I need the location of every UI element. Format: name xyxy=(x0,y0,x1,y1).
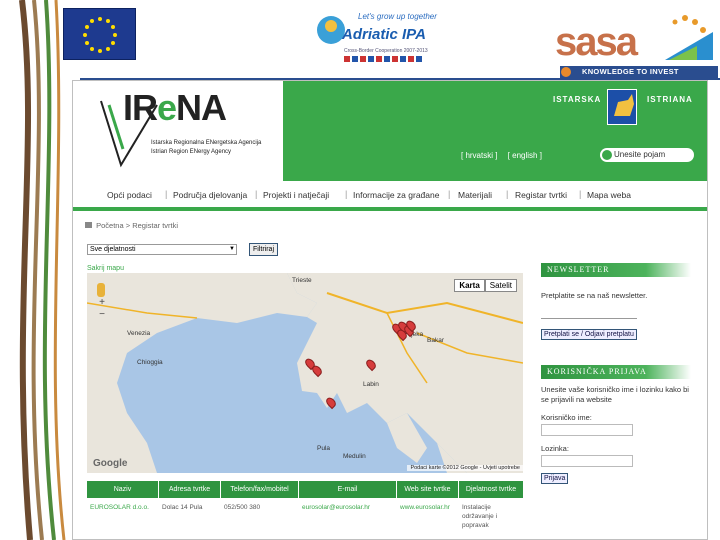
column-header[interactable]: Adresa tvrtke xyxy=(159,481,221,498)
company-website-link[interactable]: www.eurosolar.hr xyxy=(397,501,459,539)
hide-map-link[interactable]: Sakrij mapu xyxy=(87,265,124,272)
company-activity: Instalacije održavanje i popravak xyxy=(462,504,498,529)
istria-coat-of-arms-icon xyxy=(607,89,637,125)
home-icon[interactable] xyxy=(85,222,92,228)
zoom-in-icon[interactable]: + xyxy=(97,297,107,309)
newsletter-text: Pretplatite se na naš newsletter. xyxy=(541,291,648,300)
adriatic-name: Adriatic IPA xyxy=(342,26,426,43)
pegman-icon[interactable] xyxy=(97,283,105,297)
activity-filter-select[interactable]: Sve djelatnosti ▼ xyxy=(87,244,237,255)
sasa-word: sasa xyxy=(555,20,638,64)
newsletter-title: NEWSLETTER xyxy=(541,263,691,277)
map-type-satellite[interactable]: Satelit xyxy=(484,279,517,292)
place-label: Venezia xyxy=(127,330,151,337)
newsletter-email-field[interactable] xyxy=(541,309,637,319)
place-label: Chioggia xyxy=(137,359,163,366)
password-field[interactable] xyxy=(541,455,633,467)
adriatic-sub: Cross-Border Cooperation 2007-2013 xyxy=(344,48,428,54)
knowledge-to-invest-banner: KNOWLEDGE TO INVEST xyxy=(560,66,718,78)
search-input[interactable]: Unesite pojam xyxy=(600,148,694,162)
adriatic-ipa-logo: Let's grow up together Adriatic IPA Cros… xyxy=(314,6,437,66)
place-label: Medulin xyxy=(343,453,366,460)
sidebar: NEWSLETTER Pretplatite se na naš newslet… xyxy=(541,263,691,485)
login-text: Unesite vaše korisničko ime i lozinku ka… xyxy=(541,385,689,404)
website-frame: IReNA Istarska Regionalna ENergetska Age… xyxy=(72,80,708,540)
flags-strip xyxy=(344,56,424,62)
map-type-map[interactable]: Karta xyxy=(454,279,485,292)
login-title: KORISNIČKA PRIJAVA xyxy=(541,365,691,379)
irena-description: Istarska Regionalna ENergetska Agencija … xyxy=(151,140,262,155)
filter-button[interactable]: Filtriraj xyxy=(249,243,278,256)
adriatic-tagline: Let's grow up together xyxy=(358,12,437,21)
lang-croatian-link[interactable]: [ hrvatski ] xyxy=(461,151,497,160)
place-label: Bakar xyxy=(427,337,444,344)
column-header[interactable]: Telefon/fax/mobitel xyxy=(221,481,299,498)
chevron-down-icon: ▼ xyxy=(229,246,235,252)
search-icon[interactable] xyxy=(602,150,612,160)
irena-logo[interactable]: IReNA xyxy=(123,87,227,129)
site-header: IReNA Istarska Regionalna ENergetska Age… xyxy=(73,81,707,181)
nav-informacije[interactable]: Informacije za građane xyxy=(353,190,439,200)
place-label: Labin xyxy=(363,381,379,388)
breadcrumb: Početna > Registar tvrtki xyxy=(85,221,178,230)
nav-registar[interactable]: Registar tvrtki xyxy=(515,190,567,200)
company-address: Dolac 14 Pula xyxy=(162,504,203,511)
language-links: [ hrvatski ] [ english ] xyxy=(461,151,550,160)
column-header[interactable]: Naziv xyxy=(87,481,159,498)
place-label: Trieste xyxy=(292,277,312,284)
password-label: Lozinka: xyxy=(541,444,569,453)
username-label: Korisničko ime: xyxy=(541,413,592,422)
breadcrumb-current: Registar tvrtki xyxy=(132,221,179,230)
company-email-link[interactable]: eurosolar@eurosolar.hr xyxy=(299,501,397,539)
column-header[interactable]: E-mail xyxy=(299,481,397,498)
login-button[interactable]: Prijava xyxy=(541,473,569,484)
nav-projekti[interactable]: Projekti i natječaji xyxy=(263,190,329,200)
table-row: EUROSOLAR d.o.o. Dolac 14 Pula 052/500 3… xyxy=(87,501,523,539)
zoom-out-icon[interactable]: − xyxy=(97,309,107,321)
orange-dot-icon xyxy=(561,67,571,77)
google-logo: Google xyxy=(93,458,128,469)
zoom-control: + − xyxy=(97,283,107,329)
nav-podrucja[interactable]: Područja djelovanja xyxy=(173,190,247,200)
company-phone: 052/500 380 xyxy=(224,504,261,511)
company-name-link[interactable]: EUROSOLAR d.o.o. xyxy=(87,501,159,539)
map-type-toggle: Karta Satelit xyxy=(454,279,517,292)
username-field[interactable] xyxy=(541,424,633,436)
nav-mapa-weba[interactable]: Mapa weba xyxy=(587,190,631,200)
breadcrumb-home[interactable]: Početna xyxy=(96,221,124,230)
main-nav: Opći podaci | Područja djelovanja | Proj… xyxy=(73,181,707,211)
newsletter-subscribe-button[interactable]: Pretplati se / Odjavi pretplatu xyxy=(541,329,637,340)
place-label: Pula xyxy=(317,445,331,452)
column-header[interactable]: Web site tvrtke xyxy=(397,481,459,498)
nav-opci-podaci[interactable]: Opći podaci xyxy=(107,190,152,200)
lang-english-link[interactable]: [ english ] xyxy=(508,151,542,160)
istria-region-label: ISTARSKA ISTRIANA xyxy=(553,95,693,104)
nav-materijali[interactable]: Materijali xyxy=(458,190,492,200)
column-header[interactable]: Djelatnost tvrtke xyxy=(459,481,523,498)
eu-flag-logo xyxy=(63,8,136,60)
map-credit[interactable]: Podaci karte ©2012 Google - Uvjeti upotr… xyxy=(407,465,523,471)
map-land xyxy=(87,273,523,473)
sasa-logo: sasa xyxy=(555,12,715,72)
decorative-stripes xyxy=(19,0,66,540)
companies-table-header: Naziv Adresa tvrtke Telefon/fax/mobitel … xyxy=(87,481,523,498)
map-view[interactable]: Karta Satelit + − Trieste Venezia Chiogg… xyxy=(87,273,523,473)
